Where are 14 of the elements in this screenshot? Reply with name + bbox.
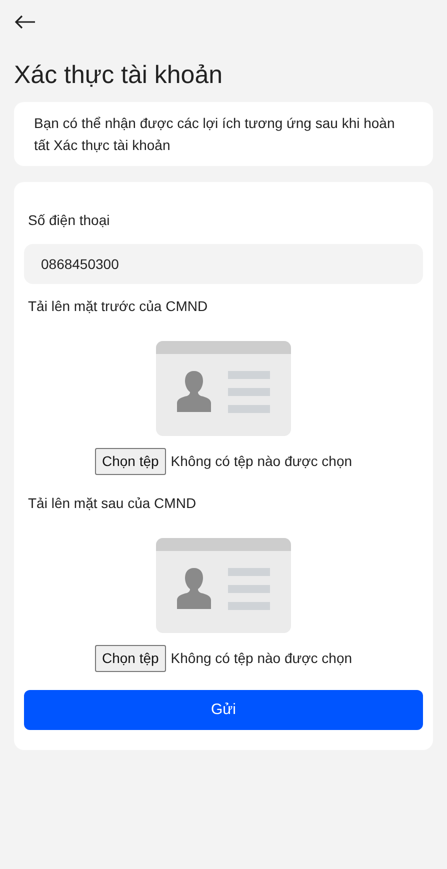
choose-file-button[interactable]: Chọn tệp xyxy=(94,448,166,474)
page-title: Xác thực tài khoản xyxy=(14,60,224,91)
back-icon[interactable] xyxy=(14,15,36,29)
id-card-icon xyxy=(156,340,291,436)
file-status: Không có tệp nào được chọn xyxy=(170,648,352,668)
phone-field[interactable]: 0868450300 xyxy=(24,244,423,284)
submit-button[interactable]: Gửi xyxy=(24,690,423,730)
choose-file-button[interactable]: Chọn tệp xyxy=(94,644,166,672)
info-text: Bạn có thể nhận được các lợi ích tương ứng sau khi hoàn tất Xác thực tài khoản xyxy=(14,102,433,166)
field-label: Tải lên mặt sau của CMND xyxy=(27,494,198,512)
id-card-icon xyxy=(156,538,291,632)
file-status: Không có tệp nào được chọn xyxy=(170,452,352,471)
field-label: Số điện thoại xyxy=(27,210,111,230)
field-label: Tải lên mặt trước của CMND xyxy=(27,296,209,316)
